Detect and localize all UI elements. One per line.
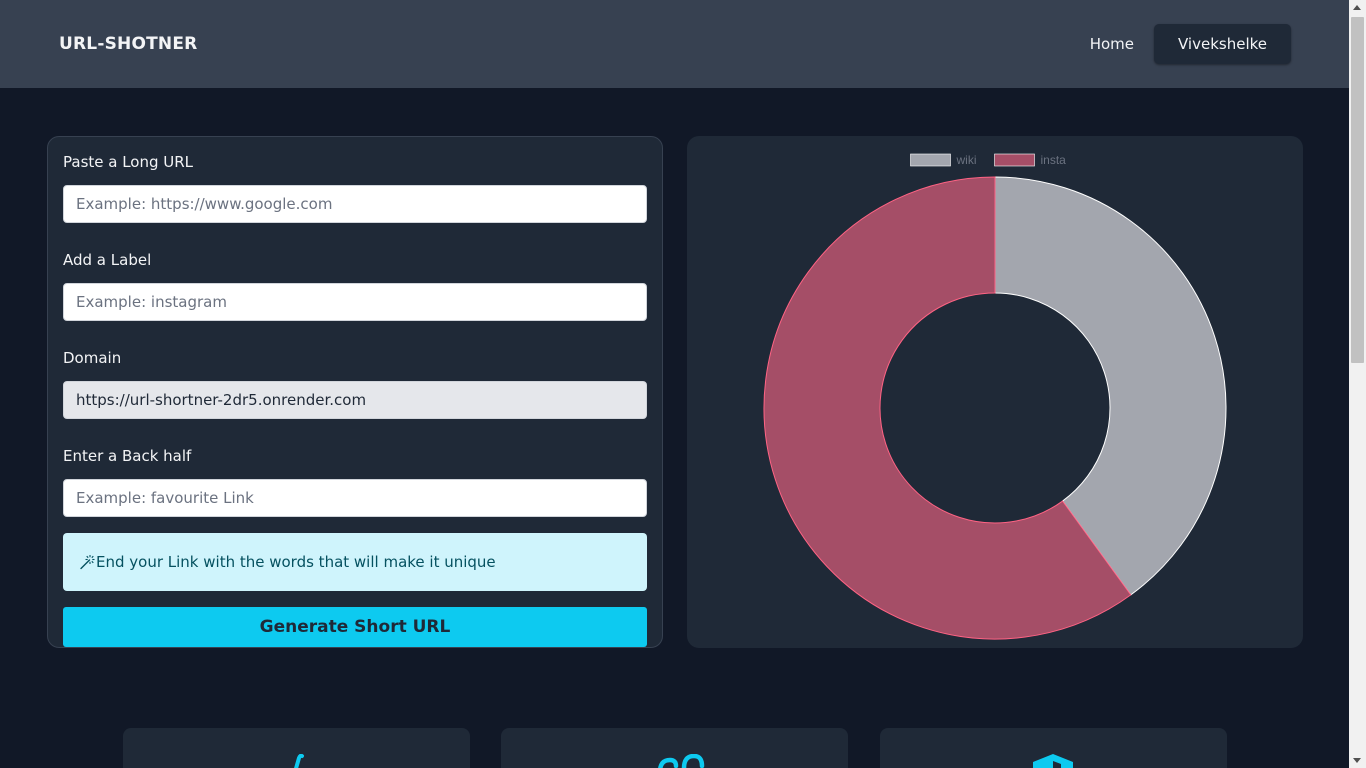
page-scrollbar[interactable] [1349,0,1366,768]
add-label-label: Add a Label [63,251,152,269]
long-url-label: Paste a Long URL [63,153,194,171]
thumbs-up-icon [294,754,304,768]
scrollbar-thumb[interactable] [1351,17,1364,363]
add-label-input[interactable] [63,283,647,321]
link-icon [658,754,705,768]
hint-text: End your Link with the words that will m… [96,553,496,571]
legend-swatch-wiki [910,153,951,167]
cube-icon [1033,754,1073,768]
nav-home-link[interactable]: Home [1088,27,1136,61]
back-half-label: Enter a Back half [63,447,192,465]
legend-label-insta: insta [1041,153,1067,167]
legend-swatch-insta [994,153,1035,167]
doughnut-chart: wiki insta [763,153,1227,640]
feature-card-3 [880,728,1227,768]
magic-wand-icon [80,555,95,570]
back-half-input[interactable] [63,479,647,517]
legend-item-wiki[interactable]: wiki [910,153,977,167]
feature-card-2 [501,728,848,768]
shorten-form-card: Paste a Long URL Add a Label Domain Ente… [47,136,663,648]
long-url-input[interactable] [63,185,647,223]
hint-alert: End your Link with the words that will m… [63,533,647,591]
clicks-chart-card: wiki insta [687,136,1303,648]
scroll-down-icon[interactable] [1353,758,1361,763]
nav-links: Home Vivekshelke [1088,24,1291,64]
legend-label-wiki: wiki [956,153,977,167]
top-navbar: URL-SHOTNER Home Vivekshelke [0,0,1349,88]
domain-input[interactable] [63,381,647,419]
feature-card-1 [123,728,470,768]
legend-item-insta[interactable]: insta [994,153,1067,167]
scroll-up-icon[interactable] [1353,5,1361,10]
domain-label: Domain [63,349,122,367]
generate-short-url-button[interactable]: Generate Short URL [63,607,647,647]
user-button[interactable]: Vivekshelke [1154,24,1291,64]
brand-logo[interactable]: URL-SHOTNER [59,34,197,54]
